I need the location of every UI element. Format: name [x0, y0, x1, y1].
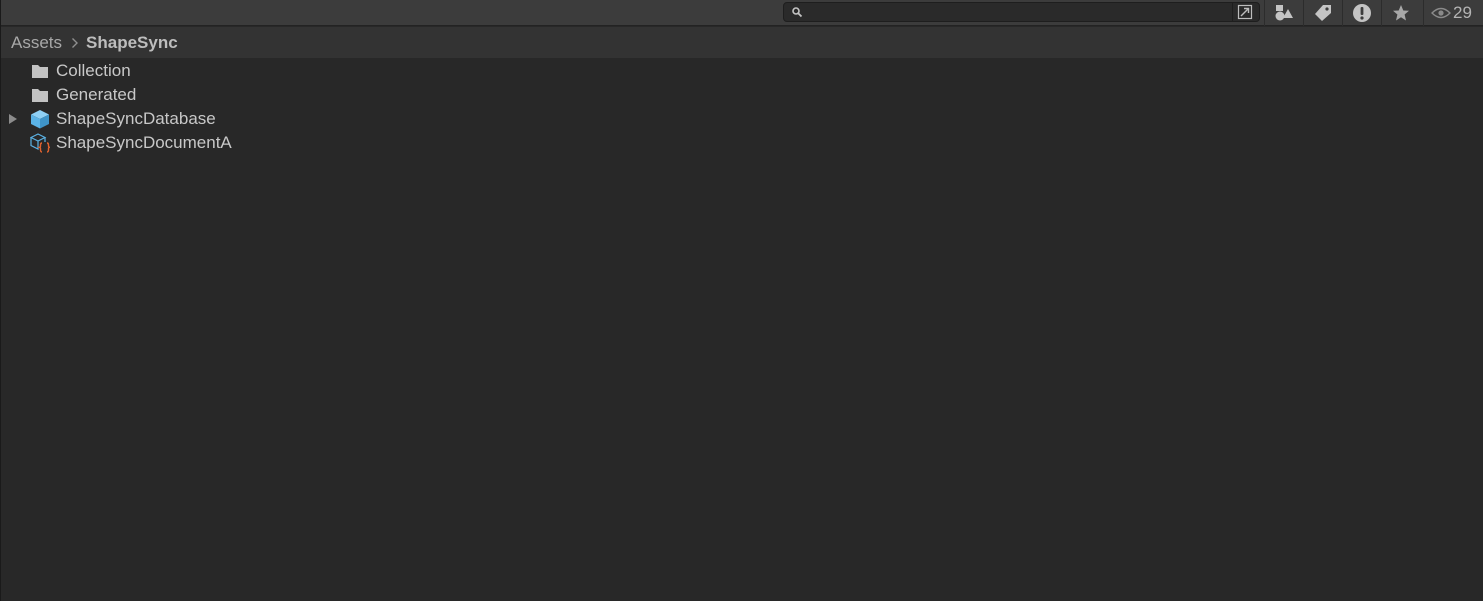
breadcrumb: Assets ShapeSync: [1, 27, 1483, 58]
label-tag-icon: [1314, 5, 1331, 21]
list-item[interactable]: Collection: [1, 59, 1483, 83]
folder-icon: [32, 65, 48, 78]
list-item-label: Generated: [56, 85, 137, 104]
asset-list: Collection Generated ShapeSyncDatabase S…: [1, 59, 1483, 155]
favorites-star-icon: [1392, 5, 1409, 21]
hidden-packages-toggle[interactable]: 29: [1423, 0, 1483, 26]
list-item[interactable]: ShapeSyncDocumentA: [1, 131, 1483, 155]
search-input[interactable]: [806, 3, 1230, 21]
search-divider: [1232, 3, 1233, 21]
save-search-button[interactable]: [1381, 0, 1419, 26]
prefab-cube-icon: [31, 110, 49, 129]
search-by-type-icon: [1275, 5, 1293, 21]
project-window: 29 Assets ShapeSync Collection Generated: [0, 0, 1483, 601]
log-type-filter-button[interactable]: [1342, 0, 1380, 26]
breadcrumb-item-current[interactable]: ShapeSync: [86, 33, 178, 53]
scriptable-object-icon: [30, 133, 50, 153]
open-search-window-icon[interactable]: [1236, 4, 1254, 20]
warning-filter-icon: [1352, 4, 1371, 22]
list-item-label: Collection: [56, 61, 131, 80]
expand-arrow-icon[interactable]: [7, 113, 19, 125]
search-by-label-button[interactable]: [1303, 0, 1341, 26]
folder-icon: [32, 89, 48, 102]
list-item-label: ShapeSyncDocumentA: [56, 133, 232, 152]
search-field[interactable]: [783, 2, 1260, 22]
chevron-right-icon: [71, 37, 79, 49]
list-item[interactable]: Generated: [1, 83, 1483, 107]
list-item-label: ShapeSyncDatabase: [56, 109, 216, 128]
breadcrumb-item-assets[interactable]: Assets: [11, 33, 62, 53]
list-item[interactable]: ShapeSyncDatabase: [1, 107, 1483, 131]
eye-icon: [1431, 7, 1451, 19]
hidden-packages-count: 29: [1453, 3, 1472, 22]
search-icon: [792, 7, 803, 18]
project-toolbar: 29: [1, 0, 1483, 26]
search-by-type-button[interactable]: [1264, 0, 1302, 26]
